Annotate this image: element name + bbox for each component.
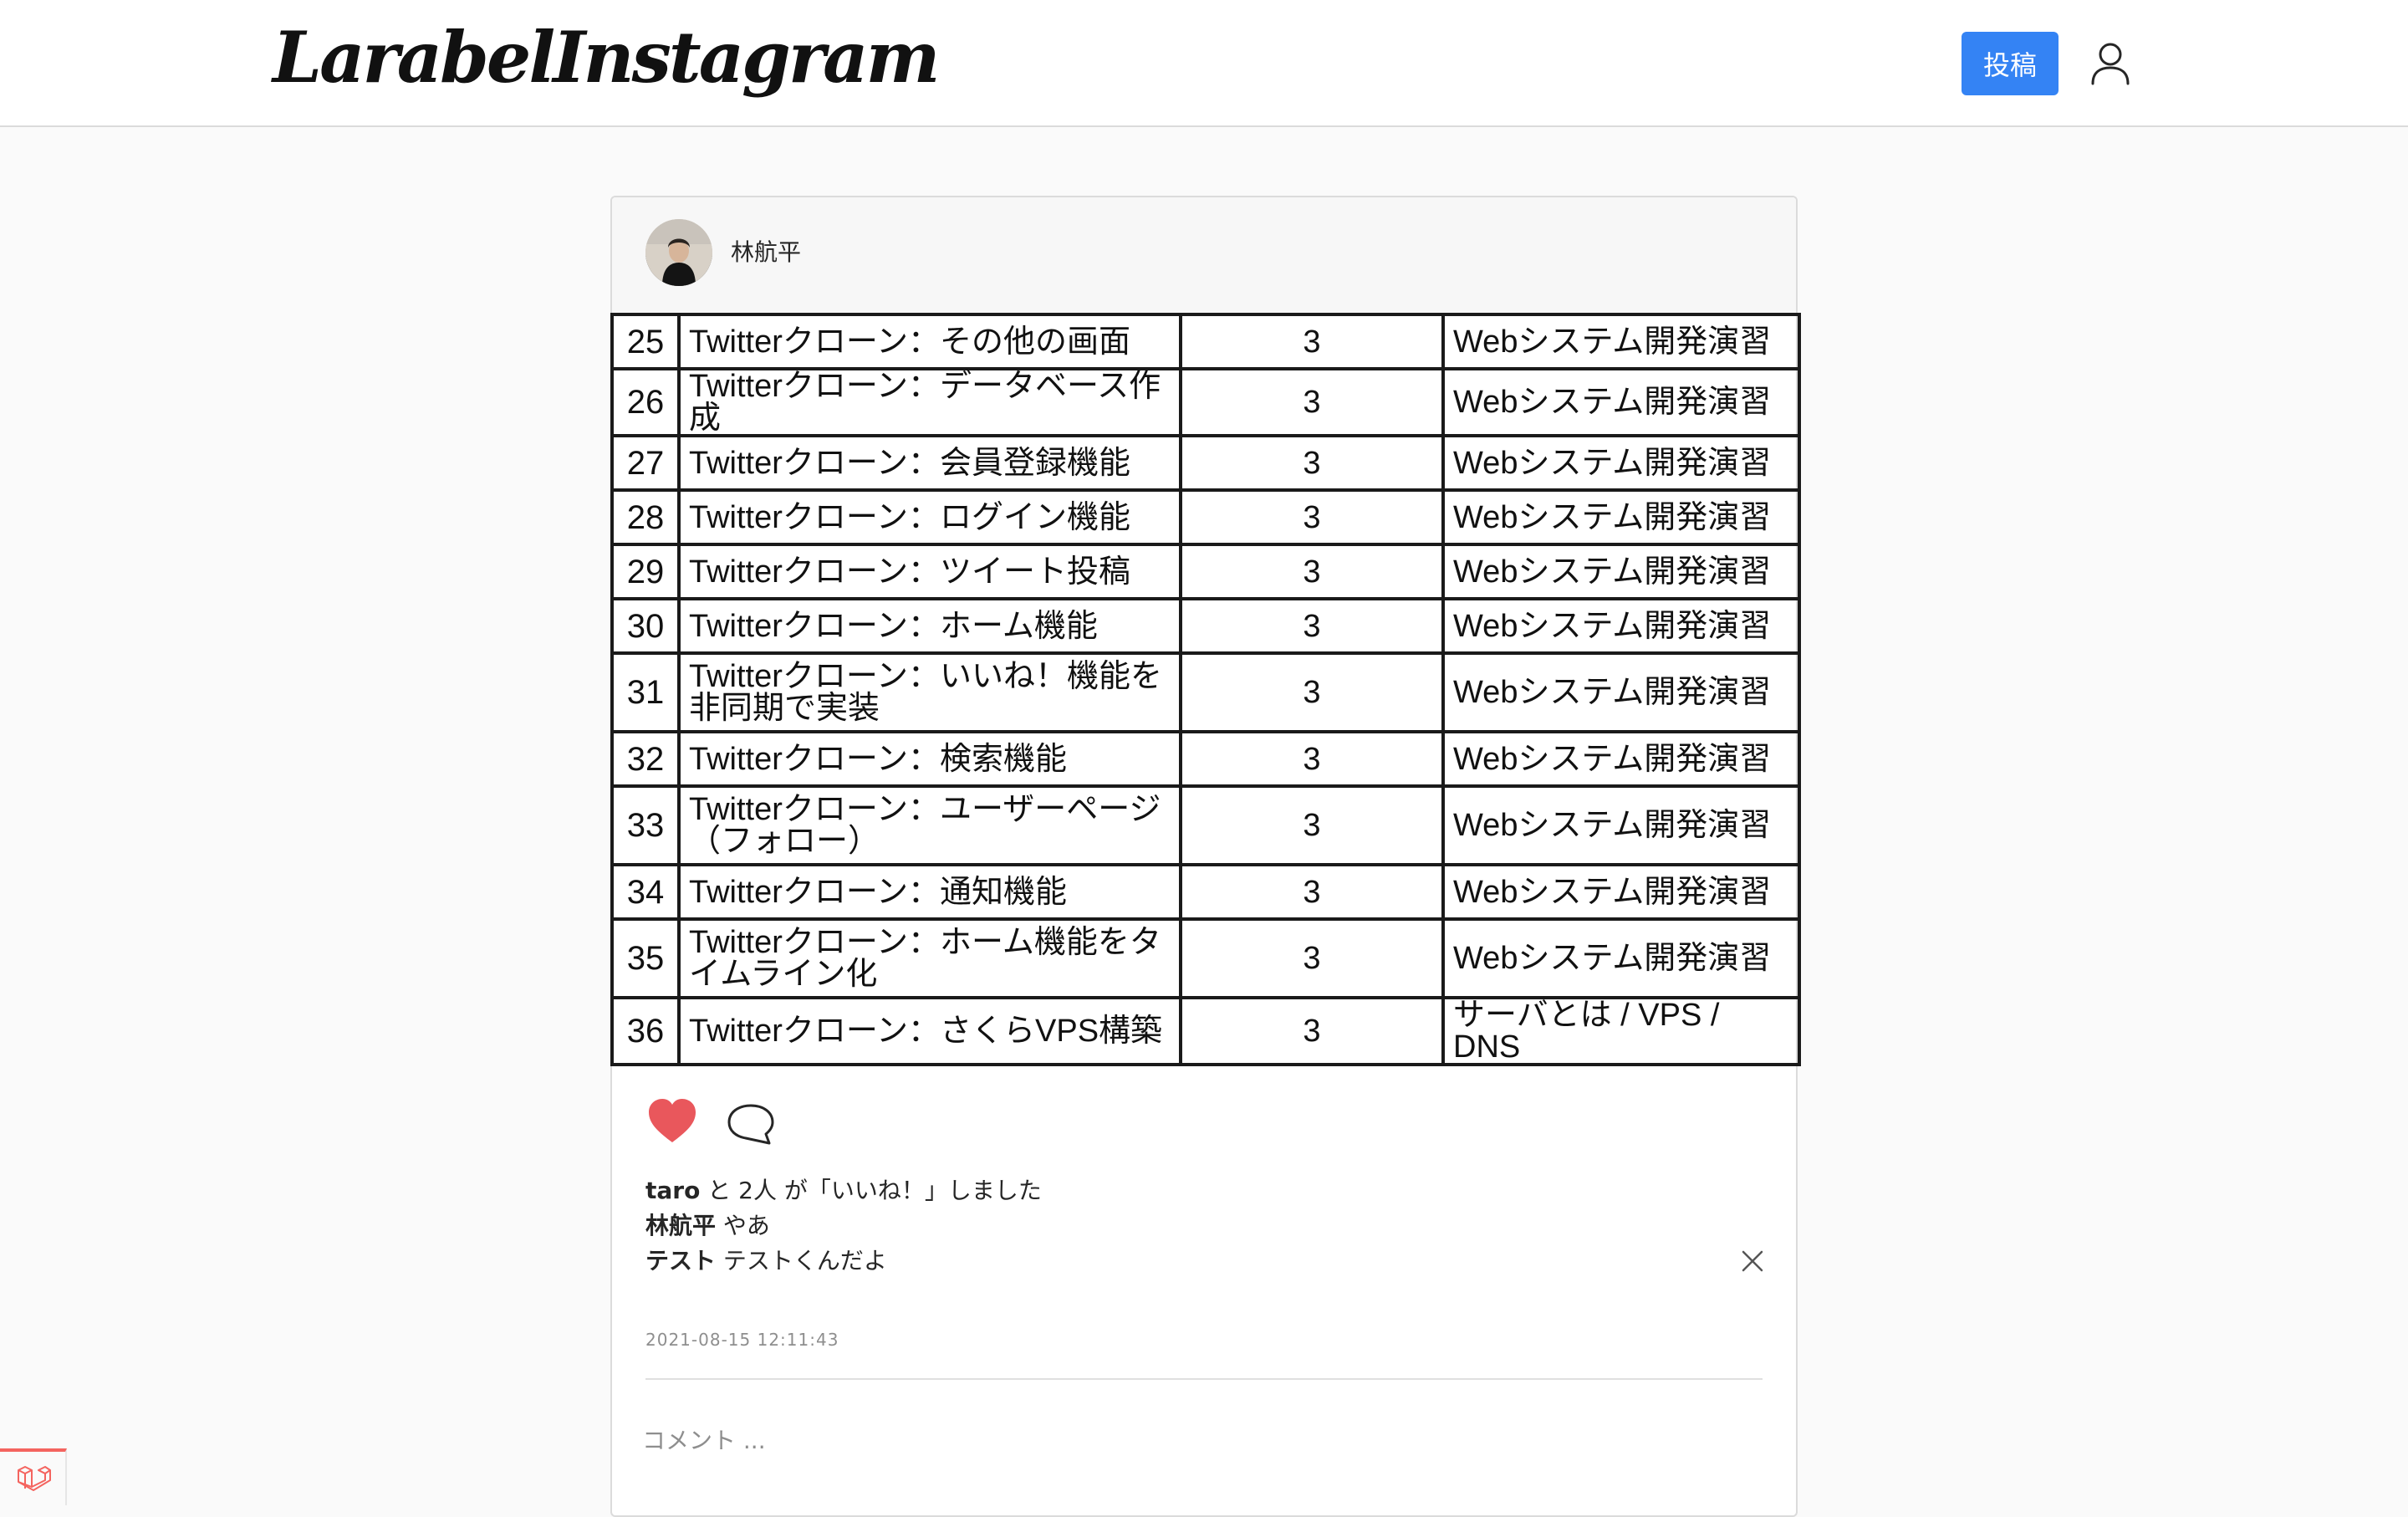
table-row: 30 Twitterクローン：ホーム機能 3 Webシステム開発演習 (610, 597, 1801, 655)
table-row: 31 Twitterクローン：いいね！機能を非同期で実装 3 Webシステム開発演習 (610, 651, 1801, 733)
credit-count: 3 (1179, 730, 1445, 788)
row-number: 30 (610, 597, 681, 655)
row-number: 32 (610, 730, 681, 788)
table-row: 35 Twitterクローン：ホーム機能をタイムライン化 3 Webシステム開発演習 (610, 917, 1801, 999)
row-number: 31 (610, 651, 681, 733)
lesson-title: Twitterクローン：通知機能 (677, 863, 1182, 921)
course-name: Webシステム開発演習 (1441, 917, 1801, 999)
new-post-button[interactable]: 投稿 (1962, 32, 2059, 95)
row-number: 34 (610, 863, 681, 921)
course-name: サーバとは / VPS / DNS (1441, 996, 1801, 1066)
comment-icon[interactable] (726, 1102, 776, 1147)
post-header: 林航平 (612, 197, 1796, 314)
course-name: Webシステム開発演習 (1441, 597, 1801, 655)
row-number: 29 (610, 543, 681, 600)
avatar[interactable] (645, 219, 712, 286)
like-user-link[interactable]: taro (645, 1177, 700, 1204)
lesson-title: Twitterクローン：その他の画面 (677, 313, 1182, 370)
row-number: 28 (610, 488, 681, 546)
lesson-title: Twitterクローン：ホーム機能 (677, 597, 1182, 655)
lesson-title: Twitterクローン：ユーザーページ（フォロー） (677, 784, 1182, 866)
lesson-title: Twitterクローン：ログイン機能 (677, 488, 1182, 546)
course-name: Webシステム開発演習 (1441, 313, 1801, 370)
syllabus-table: 25 Twitterクローン：その他の画面 3 Webシステム開発演習 26 Twitte… (610, 313, 1801, 1066)
table-row: 33 Twitterクローン：ユーザーページ（フォロー） 3 Webシステム開発演習 (610, 784, 1801, 866)
comment-user[interactable]: 林航平 (645, 1212, 716, 1239)
post-timestamp: 2021-08-15 12:11:43 (645, 1330, 839, 1350)
table-row: 26 Twitterクローン：データベース作成 3 Webシステム開発演習 (610, 367, 1801, 437)
heart-icon[interactable] (647, 1097, 697, 1144)
row-number: 27 (610, 434, 681, 492)
credit-count: 3 (1179, 597, 1445, 655)
credit-count: 3 (1179, 784, 1445, 866)
likes-text: と 2人 が「いいね！」しました (700, 1177, 1042, 1204)
lesson-title: Twitterクローン：会員登録機能 (677, 434, 1182, 492)
table-row: 27 Twitterクローン：会員登録機能 3 Webシステム開発演習 (610, 434, 1801, 492)
table-row: 36 Twitterクローン：さくらVPS構築 3 サーバとは / VPS / DNS (610, 996, 1801, 1066)
course-name: Webシステム開発演習 (1441, 488, 1801, 546)
table-row: 29 Twitterクローン：ツイート投稿 3 Webシステム開発演習 (610, 543, 1801, 600)
post-image-table-wrap: 25 Twitterクローン：その他の画面 3 Webシステム開発演習 26 Twitte… (610, 313, 1801, 1066)
credit-count: 3 (1179, 863, 1445, 921)
table-row: 34 Twitterクローン：通知機能 3 Webシステム開発演習 (610, 863, 1801, 921)
row-number: 25 (610, 313, 681, 370)
top-navbar: LarabelInstagram 投稿 (0, 0, 2408, 127)
table-row: 32 Twitterクローン：検索機能 3 Webシステム開発演習 (610, 730, 1801, 788)
site-logo[interactable]: LarabelInstagram (273, 12, 940, 104)
credit-count: 3 (1179, 313, 1445, 370)
course-name: Webシステム開発演習 (1441, 784, 1801, 866)
course-name: Webシステム開発演習 (1441, 367, 1801, 437)
credit-count: 3 (1179, 996, 1445, 1066)
table-row: 25 Twitterクローン：その他の画面 3 Webシステム開発演習 (610, 313, 1801, 370)
comment-item: テスト テストくんだよ (645, 1244, 887, 1278)
author-name[interactable]: 林航平 (731, 236, 801, 269)
course-name: Webシステム開発演習 (1441, 434, 1801, 492)
course-name: Webシステム開発演習 (1441, 863, 1801, 921)
lesson-title: Twitterクローン：ホーム機能をタイムライン化 (677, 917, 1182, 999)
course-name: Webシステム開発演習 (1441, 730, 1801, 788)
comment-item: 林航平 やあ (645, 1209, 770, 1243)
comment-user[interactable]: テスト (645, 1247, 716, 1274)
lesson-title: Twitterクローン：いいね！機能を非同期で実装 (677, 651, 1182, 733)
comment-text: テストくんだよ (716, 1247, 887, 1274)
lesson-title: Twitterクローン：検索機能 (677, 730, 1182, 788)
comment-input[interactable] (640, 1418, 1761, 1462)
lesson-title: Twitterクローン：データベース作成 (677, 367, 1182, 437)
row-number: 36 (610, 996, 681, 1066)
credit-count: 3 (1179, 434, 1445, 492)
credit-count: 3 (1179, 488, 1445, 546)
debugbar-toggle[interactable] (0, 1448, 67, 1505)
likes-summary: taro と 2人 が「いいね！」しました (645, 1174, 1042, 1208)
row-number: 33 (610, 784, 681, 866)
comment-text: やあ (716, 1212, 770, 1239)
credit-count: 3 (1179, 917, 1445, 999)
course-name: Webシステム開発演習 (1441, 543, 1801, 600)
divider (645, 1378, 1763, 1380)
row-number: 26 (610, 367, 681, 437)
lesson-title: Twitterクローン：さくらVPS構築 (677, 996, 1182, 1066)
table-row: 28 Twitterクローン：ログイン機能 3 Webシステム開発演習 (610, 488, 1801, 546)
course-name: Webシステム開発演習 (1441, 651, 1801, 733)
delete-comment-close-icon[interactable] (1741, 1249, 1764, 1273)
lesson-title: Twitterクローン：ツイート投稿 (677, 543, 1182, 600)
user-icon[interactable] (2090, 42, 2130, 85)
credit-count: 3 (1179, 367, 1445, 437)
row-number: 35 (610, 917, 681, 999)
laravel-icon (18, 1466, 51, 1491)
credit-count: 3 (1179, 651, 1445, 733)
credit-count: 3 (1179, 543, 1445, 600)
